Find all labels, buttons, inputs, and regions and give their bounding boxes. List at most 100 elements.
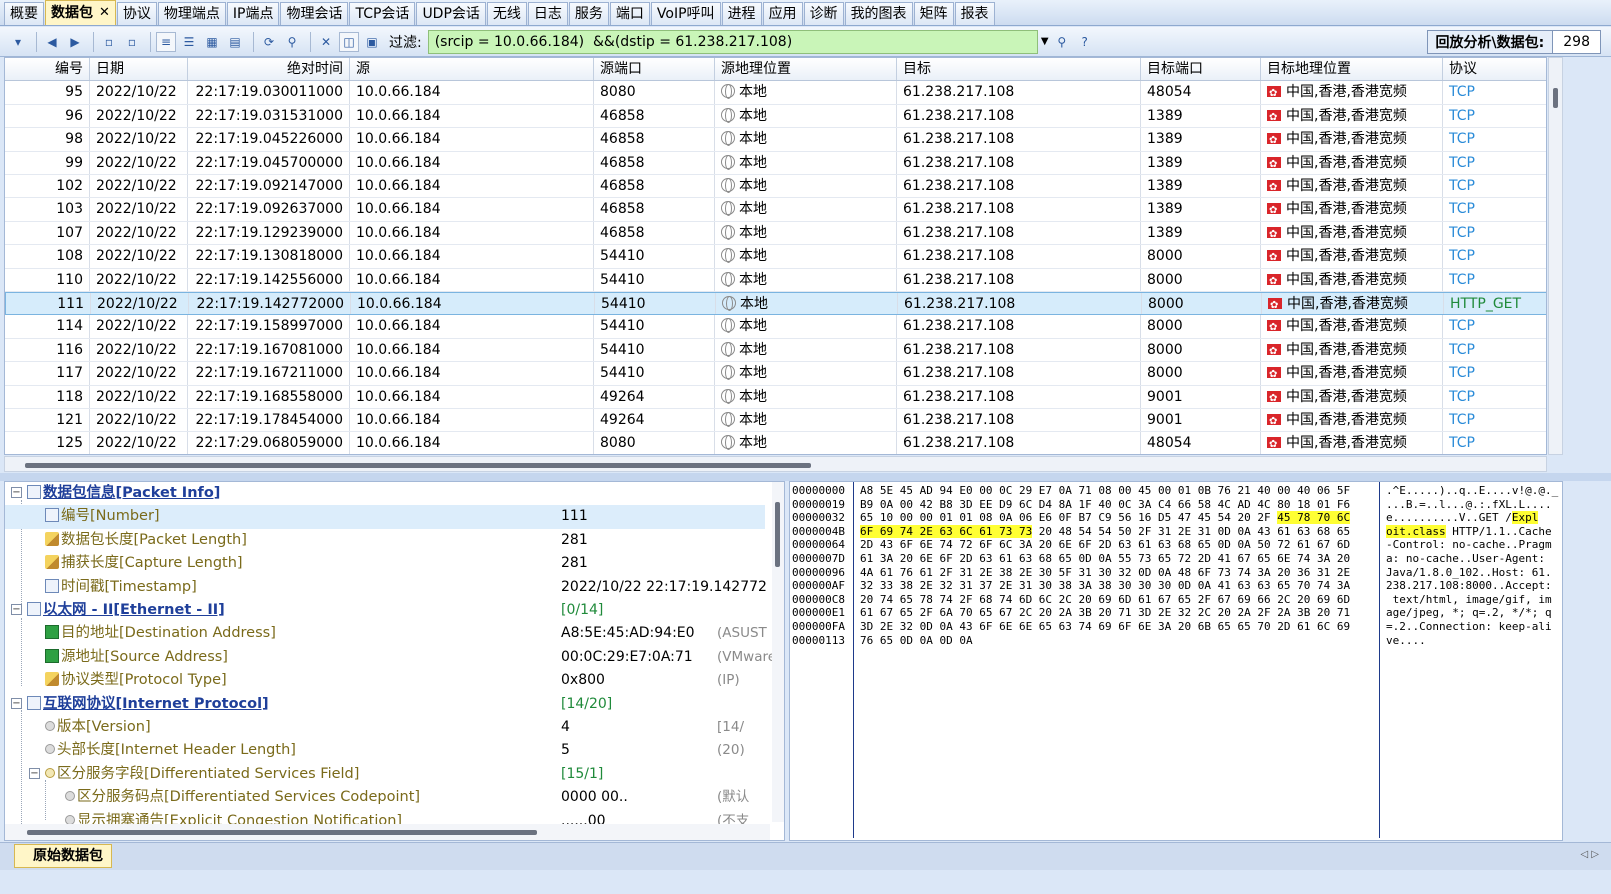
detail-row[interactable]: 目的地址[Destination Address] A8:5E:45:AD:94:… [5,622,767,645]
cell-text: 中国,香港,香港宽频 [1286,365,1407,382]
packet-table-hscroll[interactable] [4,456,1547,472]
split-view-icon[interactable]: ◫ [339,31,359,52]
tab-9[interactable]: 日志 [527,2,568,25]
tab-6[interactable]: TCP会话 [349,2,416,25]
table-row[interactable]: 110 2022/10/22 22:17:19.142556000 10.0.66.1… [5,268,1546,292]
tools-icon[interactable]: ✕ [316,32,336,52]
column-header-time[interactable]: 绝对时间 [188,58,350,81]
chart-view-icon[interactable]: ▦ [202,32,222,52]
detail-row[interactable]: 协议类型[Protocol Type] 0x800 (IP) [5,669,765,692]
save-dropdown-icon[interactable]: ▾ [8,32,28,52]
tab-5[interactable]: 物理会话 [280,2,349,25]
table-row[interactable]: 96 2022/10/22 22:17:19.031531000 10.0.66.18… [5,104,1546,129]
table-row[interactable]: 107 2022/10/22 22:17:19.129239000 10.0.66.1… [5,221,1546,246]
filter-dropdown-icon[interactable]: ▼ [1038,30,1052,54]
tab-10[interactable]: 服务 [568,2,609,25]
tab-1[interactable]: 数据包 ✕ [45,0,116,25]
table-row[interactable]: 118 2022/10/22 22:17:19.168558000 10.0.66.1… [5,385,1546,409]
vscroll-thumb[interactable] [1553,88,1558,108]
forward-arrow-icon[interactable]: ▶ [65,32,85,52]
detail-row[interactable]: 编号[Number] 111 [5,505,765,529]
table-row[interactable]: 102 2022/10/22 22:17:19.092147000 10.0.66.1… [5,175,1546,199]
detail-row[interactable]: − 数据包信息[Packet Info] [5,482,765,505]
tab-8[interactable]: 无线 [486,2,527,25]
tab-12[interactable]: VoIP呼叫 [650,2,721,25]
filter-input[interactable] [427,29,1038,54]
detail-row[interactable]: − 区分服务字段[Differentiated Services Field] [1… [5,763,765,786]
filter-funnel-icon[interactable]: ⚲ [282,32,302,52]
tab-13[interactable]: 进程 [721,2,762,25]
detail-row[interactable]: 源地址[Source Address] 00:0C:29:E7:0A:71 (VMw… [5,646,776,669]
collapse-toggle-icon[interactable]: − [11,487,22,498]
detail-hscroll-thumb[interactable] [27,830,537,835]
tab-raw-packet[interactable]: 原始数据包 [14,844,112,868]
table-row[interactable]: 111 2022/10/22 22:17:19.142772000 10.0.66.1… [5,292,1546,316]
tab-0[interactable]: 概要 [4,2,44,25]
bookmark-next-icon[interactable]: ▫ [122,32,142,52]
collapse-toggle-icon[interactable]: − [11,604,22,615]
table-row[interactable]: 114 2022/10/22 22:17:19.158997000 10.0.66.1… [5,315,1546,339]
table-row[interactable]: 116 2022/10/22 22:17:19.167081000 10.0.66.1… [5,338,1546,363]
tab-7[interactable]: UDP会话 [416,2,486,25]
tab-scroll-arrows[interactable]: ◁ ▷ [1580,849,1599,860]
column-header-destination-geo[interactable]: 目标地理位置 [1261,58,1443,81]
column-header-source-port[interactable]: 源端口 [594,58,715,81]
decode-dropdown-icon[interactable]: ⟳ [259,32,279,52]
column-header-source[interactable]: 源 [350,58,594,81]
analysis-count: 298 [1552,31,1600,53]
detail-row[interactable]: 时间戳[Timestamp] 2022/10/22 22:17:19.142772 [5,576,767,599]
detail-row[interactable]: 区分服务码点[Differentiated Services Codepoint… [5,786,765,809]
back-arrow-icon[interactable]: ◀ [42,32,62,52]
table-row[interactable]: 103 2022/10/22 22:17:19.092637000 10.0.66.1… [5,198,1546,222]
detail-row[interactable]: 头部长度[Internet Header Length] 5 (20) [5,739,765,762]
column-header-destination-port[interactable]: 目标端口 [1141,58,1261,81]
list-view-icon[interactable]: ≡ [156,31,176,52]
grid-dropdown-icon[interactable]: ▤ [225,32,245,52]
tab-4[interactable]: IP端点 [226,2,280,25]
export-icon[interactable]: ▣ [362,32,382,52]
detail-view-icon[interactable]: ☰ [179,32,199,52]
hk-flag-icon [1267,410,1281,431]
detail-row[interactable]: − 互联网协议[Internet Protocol] [14/20] [5,693,765,716]
close-icon[interactable]: ✕ [99,2,110,24]
column-header-destination[interactable]: 目标 [897,58,1141,81]
table-row[interactable]: 117 2022/10/22 22:17:19.167211000 10.0.66.1… [5,362,1546,386]
detail-row[interactable]: − 以太网 - II[Ethernet - II] [0/14] [5,599,765,622]
column-header-source-geo[interactable]: 源地理位置 [715,58,897,81]
detail-vscroll[interactable] [772,482,784,822]
table-row[interactable]: 125 2022/10/22 22:17:29.068059000 10.0.66.1… [5,432,1546,454]
tab-2[interactable]: 协议 [116,2,157,25]
cell-time: 22:17:19.092637000 [188,198,350,221]
detail-row[interactable]: 版本[Version] 4 [14/ [5,716,765,739]
help-icon[interactable]: ? [1075,32,1095,52]
tab-15[interactable]: 诊断 [803,2,844,25]
detail-vscroll-thumb[interactable] [775,502,780,567]
tab-16[interactable]: 我的图表 [844,2,913,25]
cell-date: 2022/10/22 [90,81,188,104]
table-row[interactable]: 98 2022/10/22 22:17:19.045226000 10.0.66.18… [5,128,1546,152]
tab-11[interactable]: 端口 [609,2,650,25]
collapse-toggle-icon[interactable]: − [29,767,40,779]
column-header-protocol[interactable]: 协议 [1443,58,1546,80]
hscroll-thumb[interactable] [25,463,811,468]
pane-splitter[interactable] [0,473,1611,481]
table-row[interactable]: 108 2022/10/22 22:17:19.130818000 10.0.66.1… [5,245,1546,269]
tab-14[interactable]: 应用 [762,2,803,25]
detail-row[interactable]: 捕获长度[Capture Length] 281 [5,552,765,575]
detail-label: 版本[Version] [45,716,151,739]
tab-18[interactable]: 报表 [954,2,995,25]
detail-hscroll[interactable] [5,824,770,840]
table-row[interactable]: 95 2022/10/22 22:17:19.030011000 10.0.66.18… [5,81,1546,105]
bookmark-icon[interactable]: ▫ [99,32,119,52]
column-header-number[interactable]: 编号 [5,58,90,81]
column-header-date[interactable]: 日期 [90,58,188,81]
collapse-toggle-icon[interactable]: − [11,697,22,709]
packet-table-vscroll[interactable] [1548,57,1563,455]
table-row[interactable]: 99 2022/10/22 22:17:19.045700000 10.0.66.18… [5,151,1546,175]
tab-17[interactable]: 矩阵 [913,2,954,25]
table-row[interactable]: 121 2022/10/22 22:17:19.178454000 10.0.66.1… [5,409,1546,433]
detail-row[interactable]: 数据包长度[Packet Length] 281 [5,529,765,552]
tab-3[interactable]: 物理端点 [157,2,226,25]
hex-offset: 000000AF [792,579,845,593]
search-icon[interactable]: ⚲ [1052,32,1072,52]
